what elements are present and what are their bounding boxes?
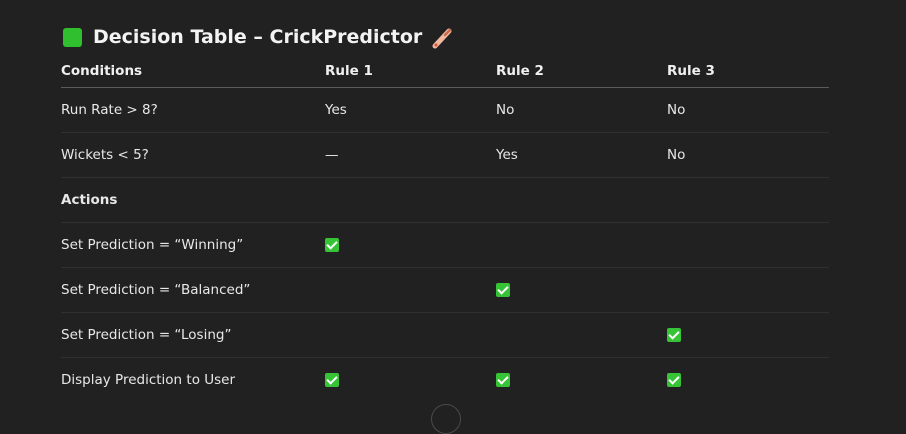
action-label: Set Prediction = “Losing” [61,312,325,358]
header-conditions: Conditions [61,54,325,88]
decision-table: Conditions Rule 1 Rule 2 Rule 3 Run Rate… [61,54,829,402]
check-icon [325,238,339,252]
rule-1-check-cell [325,358,496,403]
check-icon [496,283,510,297]
check-icon [667,373,681,387]
decision-table-document: Decision Table – CrickPredictor Conditio… [61,22,829,402]
rule-2-check-cell [496,312,667,358]
rule-3-check-cell [667,312,829,358]
header-rule-2: Rule 2 [496,54,667,88]
page-title: Decision Table – CrickPredictor [63,22,829,52]
rule-2-check-cell [496,222,667,268]
table-header-row: Conditions Rule 1 Rule 2 Rule 3 [61,54,829,88]
rule-1-check-cell [325,267,496,313]
condition-label: Wickets < 5? [61,132,325,178]
rule-3-check-cell [667,358,829,403]
actions-section-row: Actions [61,177,829,223]
table-row: Run Rate > 8? Yes No No [61,87,829,133]
table-row: Wickets < 5? — Yes No [61,132,829,178]
rule-2-value: Yes [496,132,667,178]
header-rule-3: Rule 3 [667,54,829,88]
check-icon [496,373,510,387]
check-icon [325,373,339,387]
header-rule-1: Rule 1 [325,54,496,88]
rule-1-value: Yes [325,87,496,133]
scroll-to-bottom-button[interactable] [431,404,461,434]
rule-1-check-cell [325,312,496,358]
table-row: Set Prediction = “Winning” [61,222,829,268]
rule-3-value: No [667,87,829,133]
green-square-icon [63,27,82,47]
table-row: Set Prediction = “Losing” [61,312,829,358]
rule-3-check-cell [667,222,829,268]
table-row: Display Prediction to User [61,358,829,403]
rule-3-value: No [667,132,829,178]
action-label: Set Prediction = “Balanced” [61,267,325,313]
page-title-text: Decision Table – CrickPredictor [93,26,423,48]
rule-2-check-cell [496,267,667,313]
actions-heading: Actions [61,177,325,223]
rule-1-value: — [325,132,496,178]
rule-2-value: No [496,87,667,133]
action-label: Display Prediction to User [61,372,236,388]
check-icon [667,328,681,342]
rule-3-check-cell [667,267,829,313]
cricket-bat-icon [430,26,454,50]
action-label: Set Prediction = “Winning” [61,222,325,268]
rule-2-check-cell [496,358,667,403]
table-row: Set Prediction = “Balanced” [61,267,829,313]
rule-1-check-cell [325,222,496,268]
condition-label: Run Rate > 8? [61,87,325,133]
